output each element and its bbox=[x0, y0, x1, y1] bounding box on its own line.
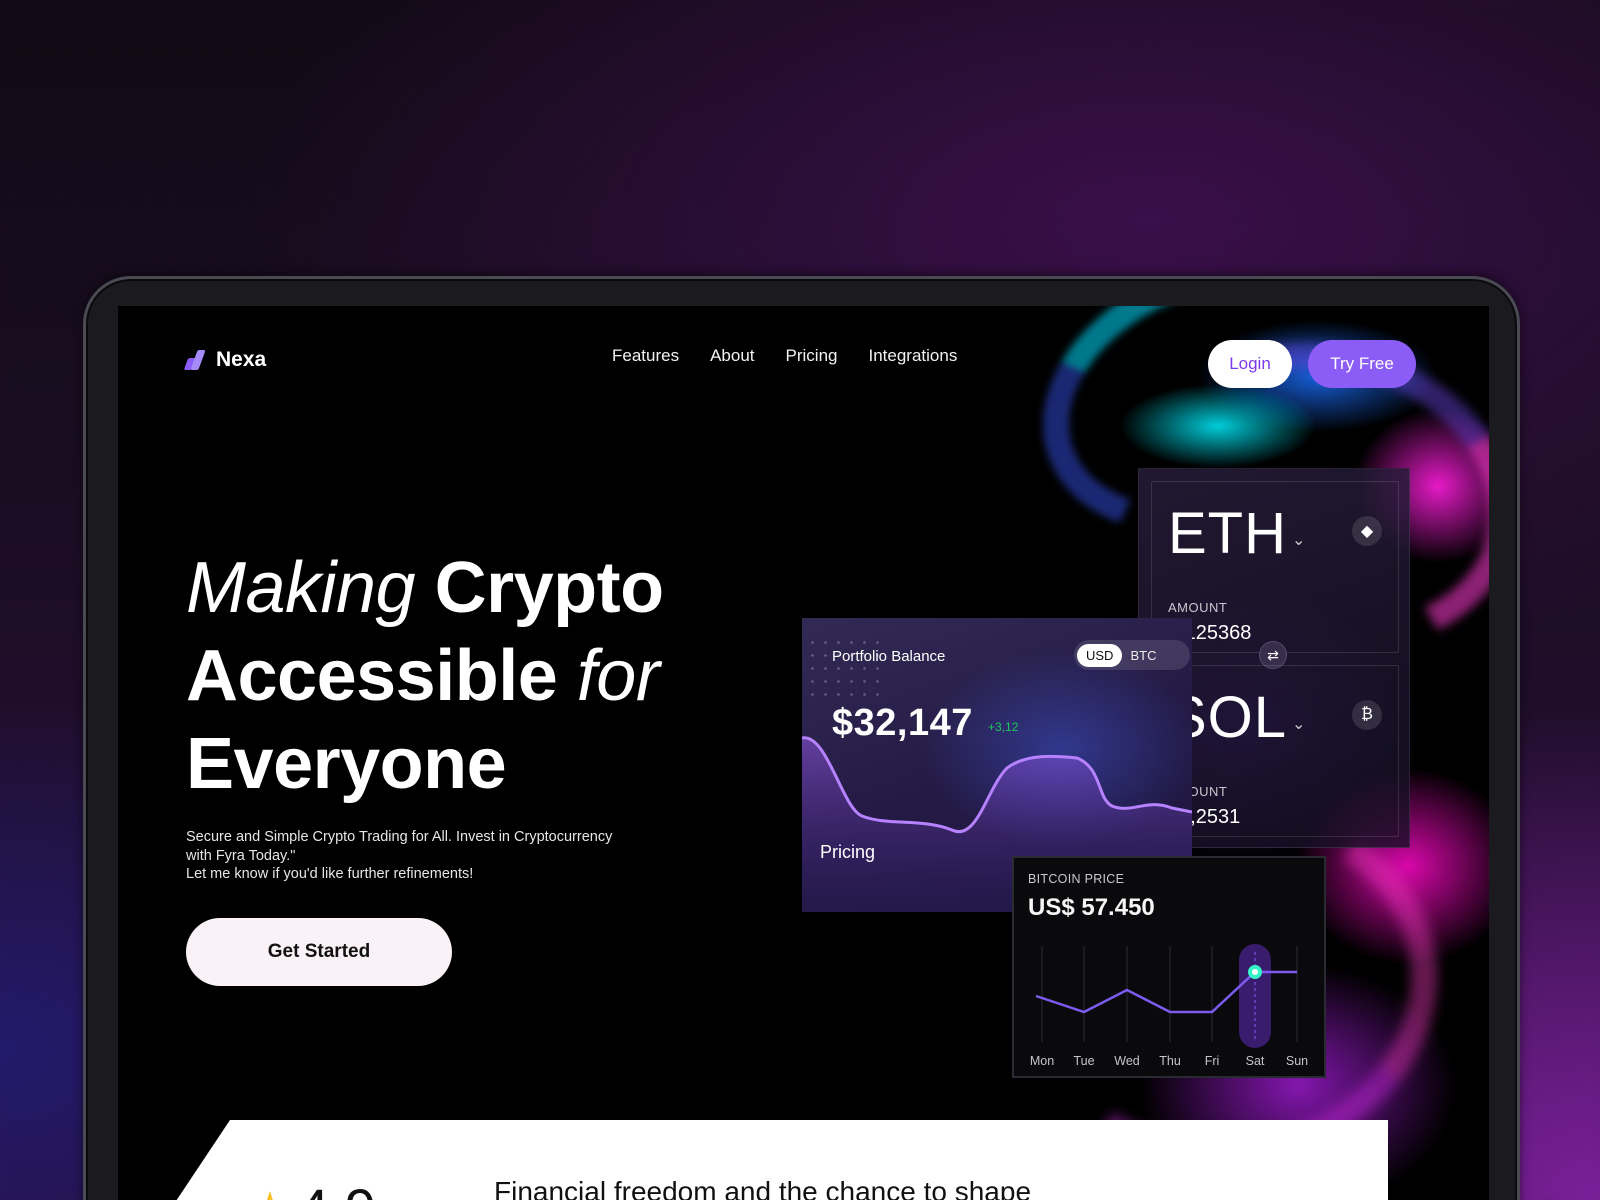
day-label: Thu bbox=[1159, 1054, 1181, 1068]
day-label: Mon bbox=[1029, 1054, 1055, 1068]
bottom-heading: Financial freedom and the chance to shap… bbox=[494, 1176, 1032, 1200]
portfolio-chart-label: Pricing bbox=[820, 842, 876, 862]
bitcoin-title: BITCOIN PRICE bbox=[1028, 872, 1125, 886]
hero-line-1: Making Crypto bbox=[186, 544, 786, 632]
from-coin: ETH bbox=[1168, 501, 1287, 566]
hero-word: Crypto bbox=[434, 548, 665, 628]
login-button[interactable]: Login bbox=[1208, 340, 1292, 388]
bitcoin-price-card: BITCOIN PRICE US$ 57.450 Mon Tue Wed Thu… bbox=[1012, 856, 1326, 1078]
day-axis: Mon Tue Wed Thu Fri Sat Sun bbox=[1014, 1054, 1328, 1070]
nav-item-integrations[interactable]: Integrations bbox=[869, 346, 958, 366]
logo[interactable]: Nexa bbox=[183, 348, 267, 372]
toggle-btc[interactable]: BTC bbox=[1122, 644, 1164, 667]
selected-point-inner bbox=[1252, 969, 1258, 975]
from-amount-label: AMOUNT bbox=[1168, 600, 1228, 615]
toggle-usd[interactable]: USD bbox=[1077, 643, 1123, 667]
subtitle-line: with Fyra Today." bbox=[186, 847, 296, 864]
day-label: Sun bbox=[1285, 1054, 1309, 1068]
bitcoin-icon: ₿ bbox=[1352, 700, 1382, 730]
main-nav: Features About Pricing Integrations bbox=[612, 346, 957, 366]
logo-text: Nexa bbox=[216, 348, 267, 371]
portfolio-title: Portfolio Balance bbox=[832, 648, 946, 665]
nav-item-about[interactable]: About bbox=[710, 346, 754, 366]
day-label: Sat bbox=[1245, 1054, 1265, 1068]
hero-heading: Making Crypto Accessible for Everyone bbox=[186, 544, 786, 808]
nexa-logo-icon bbox=[183, 350, 206, 370]
hero-word: Everyone bbox=[186, 724, 507, 804]
day-label: Tue bbox=[1073, 1054, 1095, 1068]
day-label: Fri bbox=[1204, 1054, 1220, 1068]
chevron-down-icon[interactable]: ⌄ bbox=[1292, 714, 1305, 734]
chevron-down-icon[interactable]: ⌄ bbox=[1292, 530, 1305, 550]
try-free-button[interactable]: Try Free bbox=[1308, 340, 1416, 388]
hero-word: for bbox=[576, 636, 660, 716]
subtitle-line: Secure and Simple Crypto Trading for All… bbox=[186, 829, 613, 845]
hero-line-3: Everyone bbox=[186, 720, 786, 808]
laptop-screen: Nexa Features About Pricing Integrations… bbox=[118, 306, 1489, 1200]
bottom-section: ★ 4.9 Financial freedom and the chance t… bbox=[118, 1120, 1489, 1200]
day-label: Wed bbox=[1114, 1054, 1140, 1068]
hero-word: Making bbox=[186, 548, 416, 628]
ethereum-icon: ◆ bbox=[1352, 516, 1382, 546]
star-icon: ★ bbox=[252, 1184, 288, 1200]
bitcoin-chart bbox=[1035, 944, 1298, 1048]
bitcoin-price: US$ 57.450 bbox=[1028, 894, 1155, 921]
nav-item-pricing[interactable]: Pricing bbox=[786, 346, 838, 366]
dot-pattern bbox=[806, 636, 886, 706]
currency-toggle[interactable]: USD BTC bbox=[1074, 640, 1190, 670]
hero-subtitle: Secure and Simple Crypto Trading for All… bbox=[186, 828, 686, 884]
hero-word: Accessible bbox=[186, 636, 558, 716]
get-started-button[interactable]: Get Started bbox=[186, 918, 452, 986]
hero-line-2: Accessible for bbox=[186, 632, 786, 720]
nav-item-features[interactable]: Features bbox=[612, 346, 679, 366]
rating-value: 4.9 bbox=[298, 1176, 376, 1200]
subtitle-line: Let me know if you'd like further refine… bbox=[186, 866, 474, 882]
